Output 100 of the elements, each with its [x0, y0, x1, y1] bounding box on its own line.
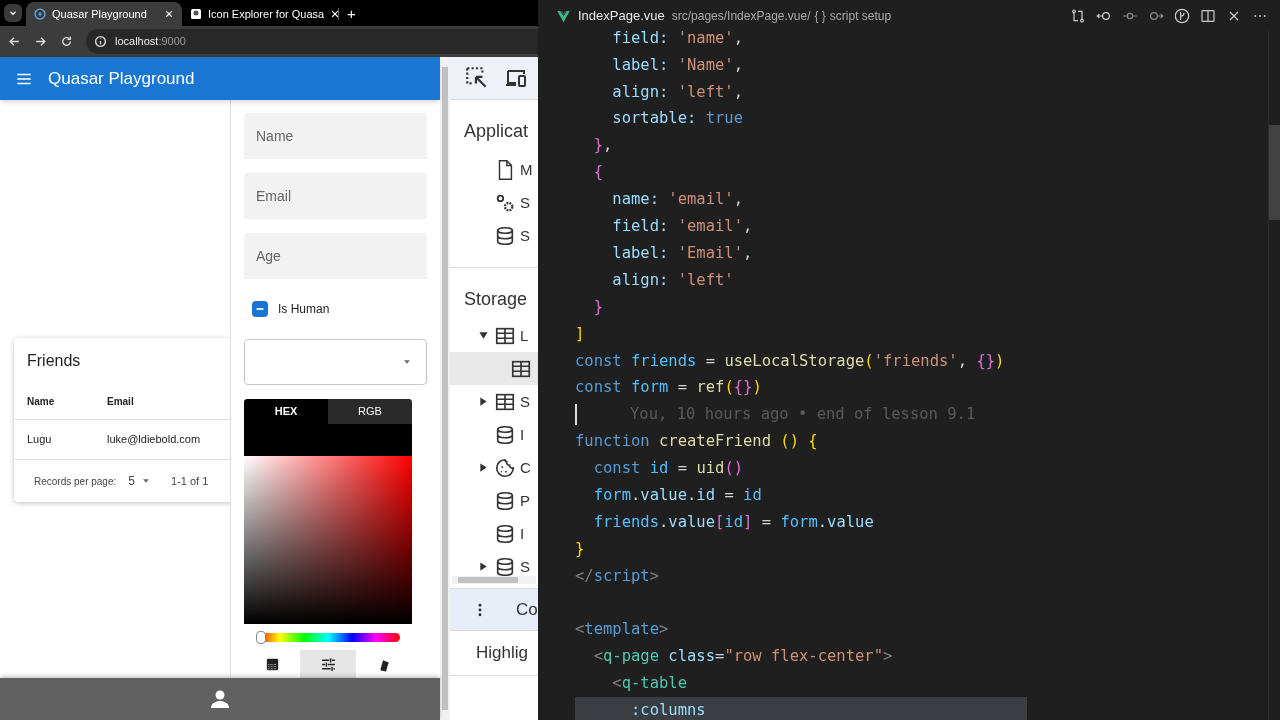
item-label: I	[520, 427, 525, 442]
code-line: align: 'left'	[611, 269, 734, 291]
tree-item[interactable]: P	[450, 484, 538, 517]
cookie-icon	[494, 456, 516, 479]
item-label: S	[520, 394, 530, 409]
url-text: localhost:9000	[115, 34, 186, 50]
picker-tab[interactable]: RGB	[328, 399, 412, 424]
item-label: C	[520, 460, 531, 475]
info-icon	[94, 35, 107, 48]
code-line: form.value.id = id	[592, 484, 762, 506]
item-label: S	[520, 195, 530, 210]
reload-icon[interactable]	[60, 35, 73, 48]
item-label: P	[520, 493, 530, 508]
table-cell-text: Lugu	[27, 432, 53, 448]
item-label: S	[520, 228, 530, 243]
section-title: Applicat	[464, 119, 529, 143]
item-label: S	[520, 559, 530, 574]
blame-annotation: You, 10 hours ago • end of lesson 9.1	[630, 404, 976, 426]
console-drawer-bar[interactable]: Co	[450, 588, 538, 631]
code-line: name: 'email',	[611, 189, 743, 211]
browser-tab[interactable]: Icon Explorer for Quasa	[182, 2, 338, 26]
select-field[interactable]	[244, 339, 427, 385]
column-header: Name	[27, 395, 56, 409]
breadcrumb-symbol[interactable]: script setup	[829, 7, 892, 25]
vue-logo-icon	[556, 8, 571, 24]
hue-slider[interactable]	[256, 632, 400, 642]
saturation-area[interactable]	[244, 456, 412, 624]
item-label: L	[520, 328, 529, 343]
database-icon	[494, 224, 516, 247]
code-line: const id = uid()	[592, 458, 744, 480]
code-line: <template>	[575, 619, 669, 641]
text-cursor	[575, 404, 577, 426]
database-icon	[494, 489, 516, 512]
input-field[interactable]: Age	[244, 233, 427, 279]
horizontal-scrollbar[interactable]	[452, 576, 536, 584]
item-label: I	[520, 526, 525, 541]
tree-item[interactable]: M	[450, 153, 538, 186]
tree-item[interactable]: S	[450, 186, 538, 219]
new-tab-button[interactable]: +	[339, 2, 364, 26]
per-page-select[interactable]: 5	[128, 472, 151, 490]
breadcrumb-path[interactable]: src/pages/IndexPage.vue/	[671, 7, 811, 25]
checkbox[interactable]	[252, 301, 268, 317]
browser-tab[interactable]: Quasar Playground	[26, 2, 182, 26]
expand-arrow-icon[interactable]	[478, 462, 489, 473]
hue-thumb[interactable]	[256, 630, 266, 644]
atom-icon	[34, 8, 46, 20]
tree-item[interactable]: I	[450, 517, 538, 550]
records-per-page-label: Records per page:	[34, 474, 117, 489]
tree-item[interactable]: S	[450, 550, 538, 576]
card-title: Friends	[27, 351, 81, 371]
input-field[interactable]: Email	[244, 173, 427, 219]
code-line: <q-page class="row flex-center">	[592, 646, 893, 668]
branch-circle-icon[interactable]	[1174, 8, 1190, 24]
section-title: Storage	[464, 287, 528, 311]
collapse-arrow-icon[interactable]	[478, 330, 489, 341]
compare-changes-icon[interactable]	[1070, 8, 1086, 24]
input-field[interactable]: Name	[244, 113, 427, 159]
database-icon	[494, 555, 516, 576]
code-line: },	[592, 135, 613, 157]
code-line: const form = ref({})	[575, 377, 762, 399]
scrollbar[interactable]	[440, 57, 450, 720]
page-range: 1-1 of 1	[170, 473, 209, 489]
code-line: const friends = useLocalStorage('friends', {})	[575, 350, 1005, 372]
code-line: field: 'email',	[611, 216, 753, 238]
column-header: Email	[107, 395, 134, 409]
tree-item[interactable]: S	[450, 385, 538, 418]
expand-arrow-icon[interactable]	[478, 561, 489, 572]
app-title: Quasar Playground	[48, 67, 195, 90]
checkbox-label: Is Human	[278, 301, 330, 318]
code-line: friends.value[id] = form.value	[592, 511, 874, 533]
editor-scrollbar[interactable]	[1268, 30, 1280, 720]
file-name[interactable]: IndexPage.vue	[578, 6, 665, 26]
table-cell-text: luke@ldiebold.com	[107, 432, 201, 448]
highlights-label: Highlig	[476, 642, 528, 665]
item-label: M	[520, 162, 533, 177]
tree-item[interactable]: I	[450, 418, 538, 451]
drawer-tab-label: Co	[516, 598, 538, 621]
split-editor-icon[interactable]	[1200, 8, 1216, 24]
picker-mode-tab[interactable]	[300, 650, 356, 678]
address-bar[interactable]: localhost:9000	[86, 29, 538, 54]
back-icon[interactable]	[8, 35, 21, 48]
tree-item[interactable]: S	[450, 219, 538, 252]
tree-item[interactable]	[450, 352, 538, 385]
symbol-icon: { }	[814, 7, 826, 25]
close-icon[interactable]	[164, 9, 174, 19]
code-line: }	[592, 296, 603, 318]
code-line: label: 'Email',	[611, 242, 753, 264]
tree-item[interactable]: L	[450, 319, 538, 352]
tab-title: Quasar Playground	[52, 6, 148, 22]
tab-title: Icon Explorer for Quasa	[208, 6, 325, 22]
forward-icon[interactable]	[34, 35, 47, 48]
tree-item[interactable]: C	[450, 451, 538, 484]
tab-list-button[interactable]	[4, 4, 22, 22]
expand-arrow-icon[interactable]	[478, 396, 489, 407]
code-line: function createFriend () {	[575, 431, 818, 453]
code-line: {	[592, 162, 603, 184]
code-line: </script>	[575, 565, 659, 587]
code-line: }	[575, 538, 585, 560]
code-line: align: 'left',	[611, 81, 744, 103]
code-line: ]	[575, 323, 585, 345]
